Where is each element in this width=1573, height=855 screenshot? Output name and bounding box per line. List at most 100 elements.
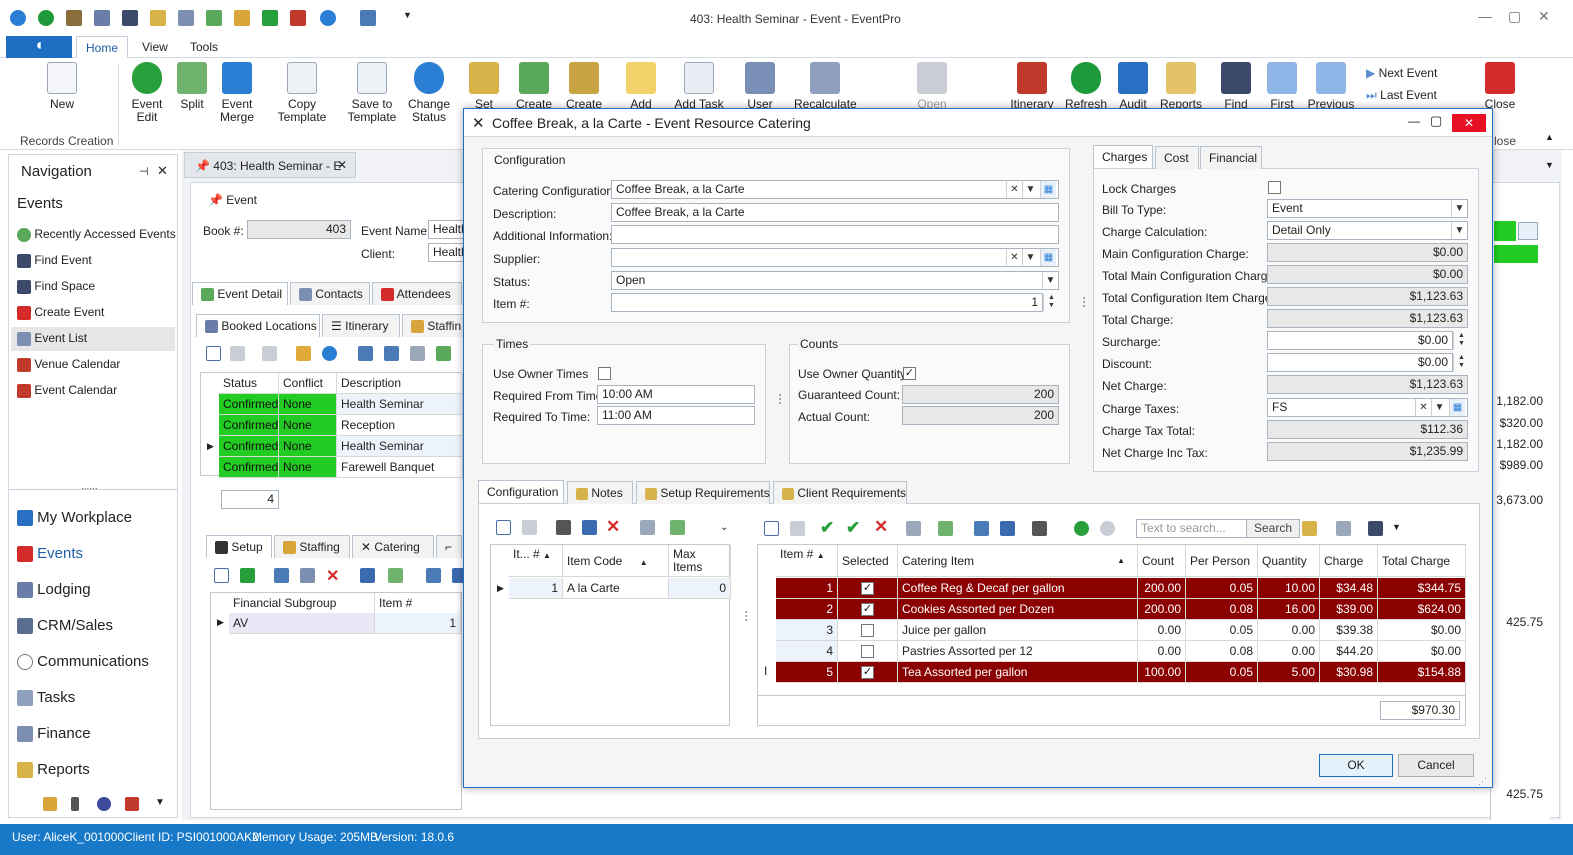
cancel-button[interactable]: Cancel	[1398, 754, 1474, 777]
col-charge[interactable]: Charge	[1320, 545, 1378, 577]
clipboard-icon[interactable]	[1302, 521, 1317, 536]
catering-item-cell[interactable]: Tea Assorted per gallon	[898, 662, 1138, 683]
new-row-icon[interactable]	[206, 346, 221, 361]
refresh-button[interactable]: Refresh	[1064, 62, 1108, 111]
filter-icon[interactable]	[1032, 521, 1047, 536]
main-config-charge-field[interactable]: $0.00	[1267, 243, 1468, 262]
dialog-close-icon[interactable]: ✕	[1452, 114, 1486, 132]
event-merge-button[interactable]: Event Merge	[216, 62, 258, 124]
create-button-1[interactable]: Create	[514, 62, 554, 111]
col-item-number[interactable]: Item #	[375, 593, 461, 614]
tab-financial[interactable]: Financial	[1200, 146, 1262, 169]
select-check-icon[interactable]: ✔	[820, 518, 834, 538]
selected-cell[interactable]	[838, 641, 898, 662]
conflict-cell[interactable]: None	[279, 394, 337, 415]
copy-location-icon[interactable]	[410, 346, 425, 361]
taxes-dropdown-icon[interactable]: ▼	[1431, 399, 1447, 416]
save-item-icon[interactable]	[582, 520, 597, 535]
find-button[interactable]: Find	[1218, 62, 1254, 111]
ok-button[interactable]: OK	[1319, 754, 1393, 777]
lodging-small-icon[interactable]	[43, 797, 57, 811]
use-owner-quantity-checkbox[interactable]: ✓	[903, 367, 916, 380]
catering-item-cell[interactable]: Juice per gallon	[898, 620, 1138, 641]
quantity-cell[interactable]: 16.00	[1258, 599, 1320, 620]
per-person-cell[interactable]: 0.05	[1186, 662, 1258, 683]
nav-venue-calendar[interactable]: Venue Calendar	[17, 357, 120, 372]
bill-to-type-select[interactable]: Event	[1267, 199, 1468, 218]
total-main-config-field[interactable]: $0.00	[1267, 265, 1468, 284]
charge-cell[interactable]: $34.48	[1320, 578, 1378, 599]
tab-event-detail[interactable]: Event Detail	[192, 282, 288, 305]
description-field[interactable]: Coffee Break, a la Carte	[611, 203, 1059, 222]
sort-icon[interactable]	[71, 797, 79, 811]
new-catering-icon[interactable]	[764, 521, 779, 536]
per-person-cell[interactable]: 0.05	[1186, 578, 1258, 599]
users-icon[interactable]	[360, 10, 376, 26]
conflict-cell[interactable]: None	[279, 457, 337, 478]
tab-configuration[interactable]: Configuration	[478, 480, 564, 503]
max-items-cell[interactable]: 0	[669, 578, 731, 599]
tab-client-requirements[interactable]: Client Requirements	[773, 481, 907, 504]
tools-icon[interactable]	[66, 10, 82, 26]
tab-cost[interactable]: Cost	[1155, 146, 1199, 169]
create-button-2[interactable]: Create	[564, 62, 604, 111]
splitter-grip-icon[interactable]: ···	[740, 610, 754, 622]
tab-more[interactable]: ⌐	[436, 535, 462, 558]
toolbar-dropdown-icon[interactable]: ⌄	[720, 522, 728, 533]
tab-view[interactable]: View	[142, 40, 168, 54]
copy-dropdown-icon[interactable]	[938, 521, 953, 536]
col-per-person[interactable]: Per Person	[1186, 545, 1258, 577]
link-icon[interactable]	[436, 346, 451, 361]
split-button[interactable]: Split	[174, 62, 210, 111]
binoculars-icon[interactable]	[122, 10, 138, 26]
net-inc-tax-field[interactable]: $1,235.99	[1267, 442, 1468, 461]
save-icon[interactable]	[262, 346, 277, 361]
tab-catering[interactable]: ✕ Catering	[352, 535, 434, 558]
module-communications[interactable]: Communications	[17, 653, 149, 671]
clear-taxes-icon[interactable]: ✕	[1415, 399, 1431, 416]
description-cell[interactable]: Health Seminar	[337, 436, 463, 457]
selected-checkbox[interactable]	[861, 624, 874, 638]
first-button[interactable]: First	[1264, 62, 1300, 111]
subgroup-cell[interactable]: AV	[229, 613, 375, 634]
lookup-supplier-icon[interactable]: ▦	[1040, 249, 1056, 266]
catering-item-cell[interactable]: Coffee Reg & Decaf per gallon	[898, 578, 1138, 599]
module-lodging[interactable]: Lodging	[17, 581, 91, 599]
module-my-workplace[interactable]: My Workplace	[17, 509, 132, 527]
selected-cell[interactable]	[838, 620, 898, 641]
dialog-maximize-icon[interactable]: ▢	[1430, 113, 1442, 129]
actual-count-field[interactable]: 200	[902, 406, 1059, 425]
recalculate-button[interactable]: Recalculate	[794, 62, 857, 111]
col-quantity[interactable]: Quantity	[1258, 545, 1320, 577]
per-person-cell[interactable]: 0.08	[1186, 599, 1258, 620]
selected-checkbox[interactable]: ✓	[861, 666, 874, 680]
module-crm-sales[interactable]: CRM/Sales	[17, 617, 113, 635]
copy-catering-icon[interactable]	[790, 521, 805, 536]
col-conflict[interactable]: Conflict	[279, 373, 337, 394]
client-field[interactable]: Health	[428, 243, 468, 262]
export-item-icon[interactable]	[640, 520, 655, 535]
delete-item-icon[interactable]: ✕	[606, 517, 620, 537]
bill-to-dropdown-icon[interactable]: ▼	[1451, 200, 1467, 217]
dialog-minimize-icon[interactable]: —	[1408, 114, 1420, 128]
use-owner-times-checkbox[interactable]	[598, 367, 611, 380]
copy-dropdown-icon[interactable]	[388, 568, 403, 583]
total-item-charge-field[interactable]: $1,123.63	[1267, 287, 1468, 306]
status-cell[interactable]: Confirmed	[219, 415, 279, 436]
new-row-icon[interactable]	[214, 568, 229, 583]
nav-find-event[interactable]: Find Event	[17, 253, 92, 268]
col-description[interactable]: Description	[337, 373, 463, 394]
move-down-icon[interactable]	[1100, 521, 1115, 536]
itinerary-button[interactable]: Itinerary	[1008, 62, 1056, 111]
layout-dropdown-icon[interactable]: ▼	[1392, 522, 1401, 532]
col-status[interactable]: Status	[219, 373, 279, 394]
selected-checkbox[interactable]: ✓	[861, 603, 874, 617]
total-charge-cell[interactable]: $0.00	[1378, 620, 1466, 641]
lock-charges-checkbox[interactable]	[1268, 181, 1281, 194]
book-number-field[interactable]: 403	[247, 220, 351, 239]
new-button[interactable]: New	[40, 62, 84, 111]
background-lookup-icon[interactable]	[1518, 222, 1538, 240]
count-cell[interactable]: 0.00	[1138, 641, 1186, 662]
back-icon[interactable]	[10, 10, 26, 26]
item-num-cell[interactable]: 5	[776, 662, 838, 683]
